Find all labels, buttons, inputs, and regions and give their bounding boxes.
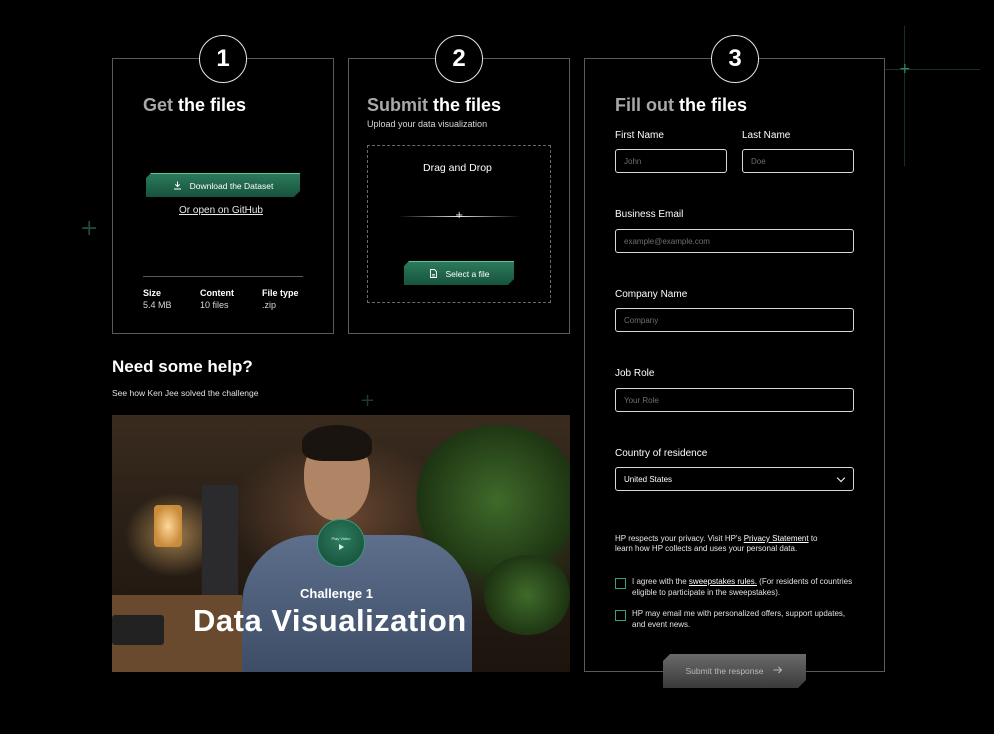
meta-filetype: File type .zip [262, 287, 299, 311]
video-headline: Data Visualization [193, 603, 467, 638]
title-muted: Fill out [615, 95, 674, 115]
get-files-title: Get the files [143, 95, 246, 116]
computer-tower [202, 485, 238, 595]
select-file-button[interactable]: Select a file [404, 261, 514, 285]
decor-plus-icon: + [360, 390, 376, 411]
github-link[interactable]: Or open on GitHub [179, 205, 263, 216]
select-file-label: Select a file [445, 268, 490, 279]
country-select[interactable]: United States [615, 467, 854, 491]
lamp [154, 505, 182, 547]
help-title: Need some help? [112, 357, 253, 376]
first-name-label: First Name [615, 130, 664, 141]
meta-size: Size 5.4 MB [143, 287, 172, 311]
last-name-label: Last Name [742, 130, 791, 141]
sweepstakes-consent: I agree with the sweepstakes rules. (For… [615, 577, 860, 598]
title-muted: Get [143, 95, 174, 115]
email-consent-text: HP may email me with personalized offers… [632, 609, 846, 629]
play-video-button[interactable]: Play Video [317, 519, 365, 567]
step-number-2: 2 [435, 35, 483, 83]
country-label: Country of residence [615, 448, 708, 459]
download-dataset-label: Download the Dataset [189, 180, 274, 191]
play-video-label: Play Video [331, 536, 351, 541]
decor-plus-icon: + [80, 216, 99, 241]
meta-size-label: Size [143, 288, 162, 298]
sweepstakes-text: I agree with the sweepstakes rules. (For… [632, 577, 860, 598]
job-role-label: Job Role [615, 368, 655, 379]
arrow-right-icon [773, 666, 783, 676]
sweepstakes-checkbox[interactable] [615, 578, 626, 589]
submit-files-title: Submit the files [367, 95, 501, 116]
person-hair [302, 425, 372, 461]
meta-size-value: 5.4 MB [143, 300, 172, 310]
file-icon [429, 269, 438, 278]
meta-content-label: Content [200, 288, 234, 298]
submit-files-subtitle: Upload your data visualization [367, 119, 488, 129]
meta-divider [143, 276, 303, 277]
company-field[interactable] [615, 308, 854, 332]
play-icon [338, 544, 344, 550]
privacy-text-pre: HP respects your privacy. Visit HP's [615, 534, 744, 543]
meta-filetype-value: .zip [262, 300, 277, 310]
email-label: Business Email [615, 209, 684, 220]
dropzone-title: Drag and Drop [423, 162, 492, 174]
keyboard [112, 615, 164, 645]
title-muted: Submit [367, 95, 428, 115]
help-video[interactable]: Play Video Challenge 1 Data Visualizatio… [112, 415, 570, 672]
meta-content: Content 10 files [200, 287, 234, 311]
help-subtitle: See how Ken Jee solved the challenge [112, 388, 259, 398]
title-rest: the files [433, 95, 502, 115]
download-icon [173, 181, 182, 190]
download-dataset-button[interactable]: Download the Dataset [146, 173, 300, 197]
chevron-down-icon [836, 473, 846, 482]
email-consent: HP may email me with personalized offers… [615, 609, 860, 630]
meta-filetype-label: File type [262, 288, 299, 298]
decor-plus-icon: + [899, 61, 911, 77]
dropzone-plus-icon: + [455, 210, 464, 221]
title-rest: the files [178, 95, 247, 115]
fill-form-title: Fill out the files [615, 95, 747, 116]
meta-content-value: 10 files [200, 300, 229, 310]
country-value: United States [624, 474, 673, 484]
job-role-field[interactable] [615, 388, 854, 412]
sweepstakes-text-pre: I agree with the [632, 577, 689, 586]
step-number-3: 3 [711, 35, 759, 83]
submit-response-button[interactable]: Submit the response [663, 654, 806, 688]
email-consent-checkbox[interactable] [615, 610, 626, 621]
decor-line [904, 26, 905, 166]
privacy-statement-link[interactable]: Privacy Statement [744, 534, 809, 543]
title-rest: the files [679, 95, 748, 115]
email-field[interactable] [615, 229, 854, 253]
plant [482, 555, 570, 635]
submit-response-label: Submit the response [685, 666, 764, 676]
video-kicker: Challenge 1 [300, 586, 373, 601]
company-label: Company Name [615, 289, 688, 300]
step-number-1: 1 [199, 35, 247, 83]
privacy-notice: HP respects your privacy. Visit HP's Pri… [615, 534, 835, 554]
sweepstakes-rules-link[interactable]: sweepstakes rules. [689, 577, 757, 586]
last-name-field[interactable] [742, 149, 854, 173]
first-name-field[interactable] [615, 149, 727, 173]
